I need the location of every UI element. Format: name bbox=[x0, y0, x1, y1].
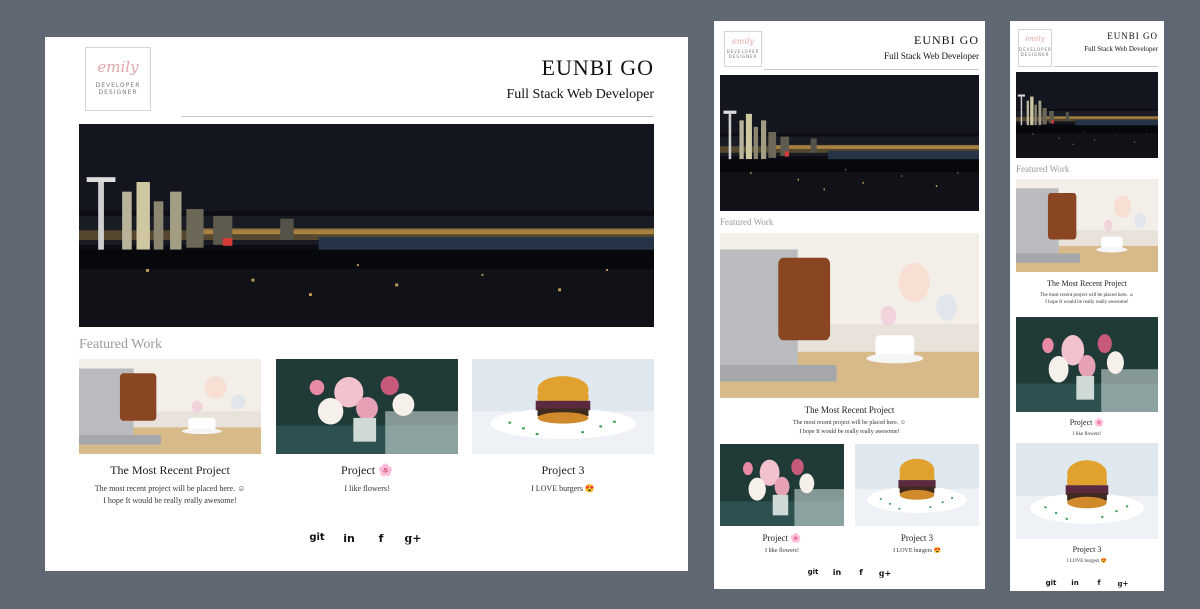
project-2-image[interactable] bbox=[276, 359, 458, 454]
project-2-description: I like flowers! bbox=[720, 547, 844, 556]
project-1-desc-line2: I hope It would be really really awesome… bbox=[799, 428, 900, 435]
project-1-image[interactable] bbox=[79, 359, 261, 454]
social-links: git in f g+ bbox=[799, 568, 899, 578]
mobile-preview-panel: emily DEVELOPER DESIGNER EUNBI GO Full S… bbox=[1010, 21, 1164, 591]
project-1-title[interactable]: The Most Recent Project bbox=[720, 405, 979, 415]
site-name: EUNBI GO bbox=[541, 55, 654, 80]
project-3-description: I LOVE burgers 😍 bbox=[855, 547, 979, 556]
featured-work-heading: Featured Work bbox=[1016, 164, 1070, 174]
facebook-icon[interactable]: f bbox=[1087, 579, 1111, 588]
featured-work-heading: Featured Work bbox=[79, 337, 162, 352]
project-1-desc-line1: The most recent project will be placed h… bbox=[94, 484, 246, 493]
project-3-description: I LOVE burgers 😍 bbox=[472, 483, 654, 495]
git-icon[interactable]: git bbox=[801, 568, 825, 578]
tablet-preview-panel: emily DEVELOPER DESIGNER EUNBI GO Full S… bbox=[714, 21, 985, 589]
hero-image-city-night bbox=[1016, 72, 1158, 158]
featured-work-heading: Featured Work bbox=[720, 217, 774, 227]
project-3-image[interactable] bbox=[472, 359, 654, 454]
site-role: Full Stack Web Developer bbox=[506, 87, 654, 102]
google-plus-icon[interactable]: g+ bbox=[873, 568, 897, 578]
project-3-desc-line1: I LOVE burgers 😍 bbox=[893, 548, 941, 554]
linkedin-icon[interactable]: in bbox=[825, 568, 849, 578]
google-plus-icon[interactable]: g+ bbox=[1111, 579, 1135, 588]
project-3-image[interactable] bbox=[1016, 443, 1158, 539]
logo-subtitle-2: DESIGNER bbox=[1020, 52, 1050, 57]
project-1-title[interactable]: The Most Recent Project bbox=[79, 463, 261, 478]
project-2-description: I like flowers! bbox=[1016, 431, 1158, 438]
project-1-image[interactable] bbox=[720, 233, 979, 398]
logo-subtitle-2: DESIGNER bbox=[728, 54, 758, 59]
logo-subtitle-2: DESIGNER bbox=[98, 89, 138, 96]
site-name: EUNBI GO bbox=[1107, 31, 1158, 41]
project-2-desc-line1: I like flowers! bbox=[1072, 432, 1102, 437]
project-2-title[interactable]: Project 🌸 bbox=[720, 533, 844, 544]
facebook-icon[interactable]: f bbox=[365, 532, 397, 545]
project-3-description: I LOVE burgers 😍 bbox=[1016, 558, 1158, 565]
linkedin-icon[interactable]: in bbox=[1063, 579, 1087, 588]
logo-script-text: emily bbox=[97, 58, 139, 76]
project-3-desc-line1: I LOVE burgers 😍 bbox=[531, 484, 595, 493]
project-1-desc-line1: The most recent project will be placed h… bbox=[793, 420, 906, 426]
desktop-preview-panel: emily DEVELOPER DESIGNER EUNBI GO Full S… bbox=[45, 37, 688, 571]
project-3-title[interactable]: Project 3 bbox=[855, 533, 979, 543]
facebook-icon[interactable]: f bbox=[849, 568, 873, 578]
linkedin-icon[interactable]: in bbox=[333, 532, 365, 545]
social-links: git in f g+ bbox=[300, 532, 430, 545]
project-1-image[interactable] bbox=[1016, 179, 1158, 272]
hero-image-city-night bbox=[720, 75, 979, 211]
project-1-desc-line2: I hope It would be really really awesome… bbox=[1045, 300, 1129, 306]
site-name: EUNBI GO bbox=[914, 33, 979, 47]
hero-image-city-night bbox=[79, 124, 654, 327]
project-1-description: The most recent project will be placed h… bbox=[1016, 292, 1158, 307]
project-1-description: The most recent project will be placed h… bbox=[720, 419, 979, 436]
project-2-image[interactable] bbox=[720, 444, 844, 526]
site-role: Full Stack Web Developer bbox=[1084, 45, 1158, 53]
social-links: git in f g+ bbox=[1037, 579, 1137, 588]
project-1-description: The most recent project will be placed h… bbox=[79, 483, 261, 506]
project-2-title[interactable]: Project 🌸 bbox=[1016, 418, 1158, 427]
google-plus-icon[interactable]: g+ bbox=[397, 532, 429, 545]
project-3-title[interactable]: Project 3 bbox=[1016, 545, 1158, 554]
project-2-image[interactable] bbox=[1016, 317, 1158, 412]
project-1-desc-line2: I hope It would be really really awesome… bbox=[103, 495, 237, 505]
git-icon[interactable]: git bbox=[301, 532, 333, 545]
logo[interactable]: emily DEVELOPER DESIGNER bbox=[85, 47, 151, 111]
project-1-desc-line1: The most recent project will be placed h… bbox=[1039, 293, 1135, 298]
project-3-title[interactable]: Project 3 bbox=[472, 463, 654, 478]
project-2-title[interactable]: Project 🌸 bbox=[276, 463, 458, 478]
logo[interactable]: emily DEVELOPER DESIGNER bbox=[1018, 29, 1052, 67]
logo-script-text: emily bbox=[732, 37, 754, 46]
site-role: Full Stack Web Developer bbox=[884, 51, 979, 61]
git-icon[interactable]: git bbox=[1039, 579, 1063, 588]
project-1-title[interactable]: The Most Recent Project bbox=[1016, 279, 1158, 288]
header-divider bbox=[1054, 66, 1158, 67]
project-2-desc-line1: I like flowers! bbox=[765, 548, 799, 554]
logo-script-text: emily bbox=[1025, 35, 1045, 43]
header-divider bbox=[181, 116, 654, 117]
logo[interactable]: emily DEVELOPER DESIGNER bbox=[724, 31, 762, 67]
logo-subtitle-1: DEVELOPER bbox=[95, 82, 141, 89]
project-3-desc-line1: I LOVE burgers 😍 bbox=[1067, 559, 1107, 564]
project-2-description: I like flowers! bbox=[276, 483, 458, 495]
header-divider bbox=[764, 69, 979, 70]
project-3-image[interactable] bbox=[855, 444, 979, 526]
project-2-desc-line1: I like flowers! bbox=[344, 484, 390, 493]
